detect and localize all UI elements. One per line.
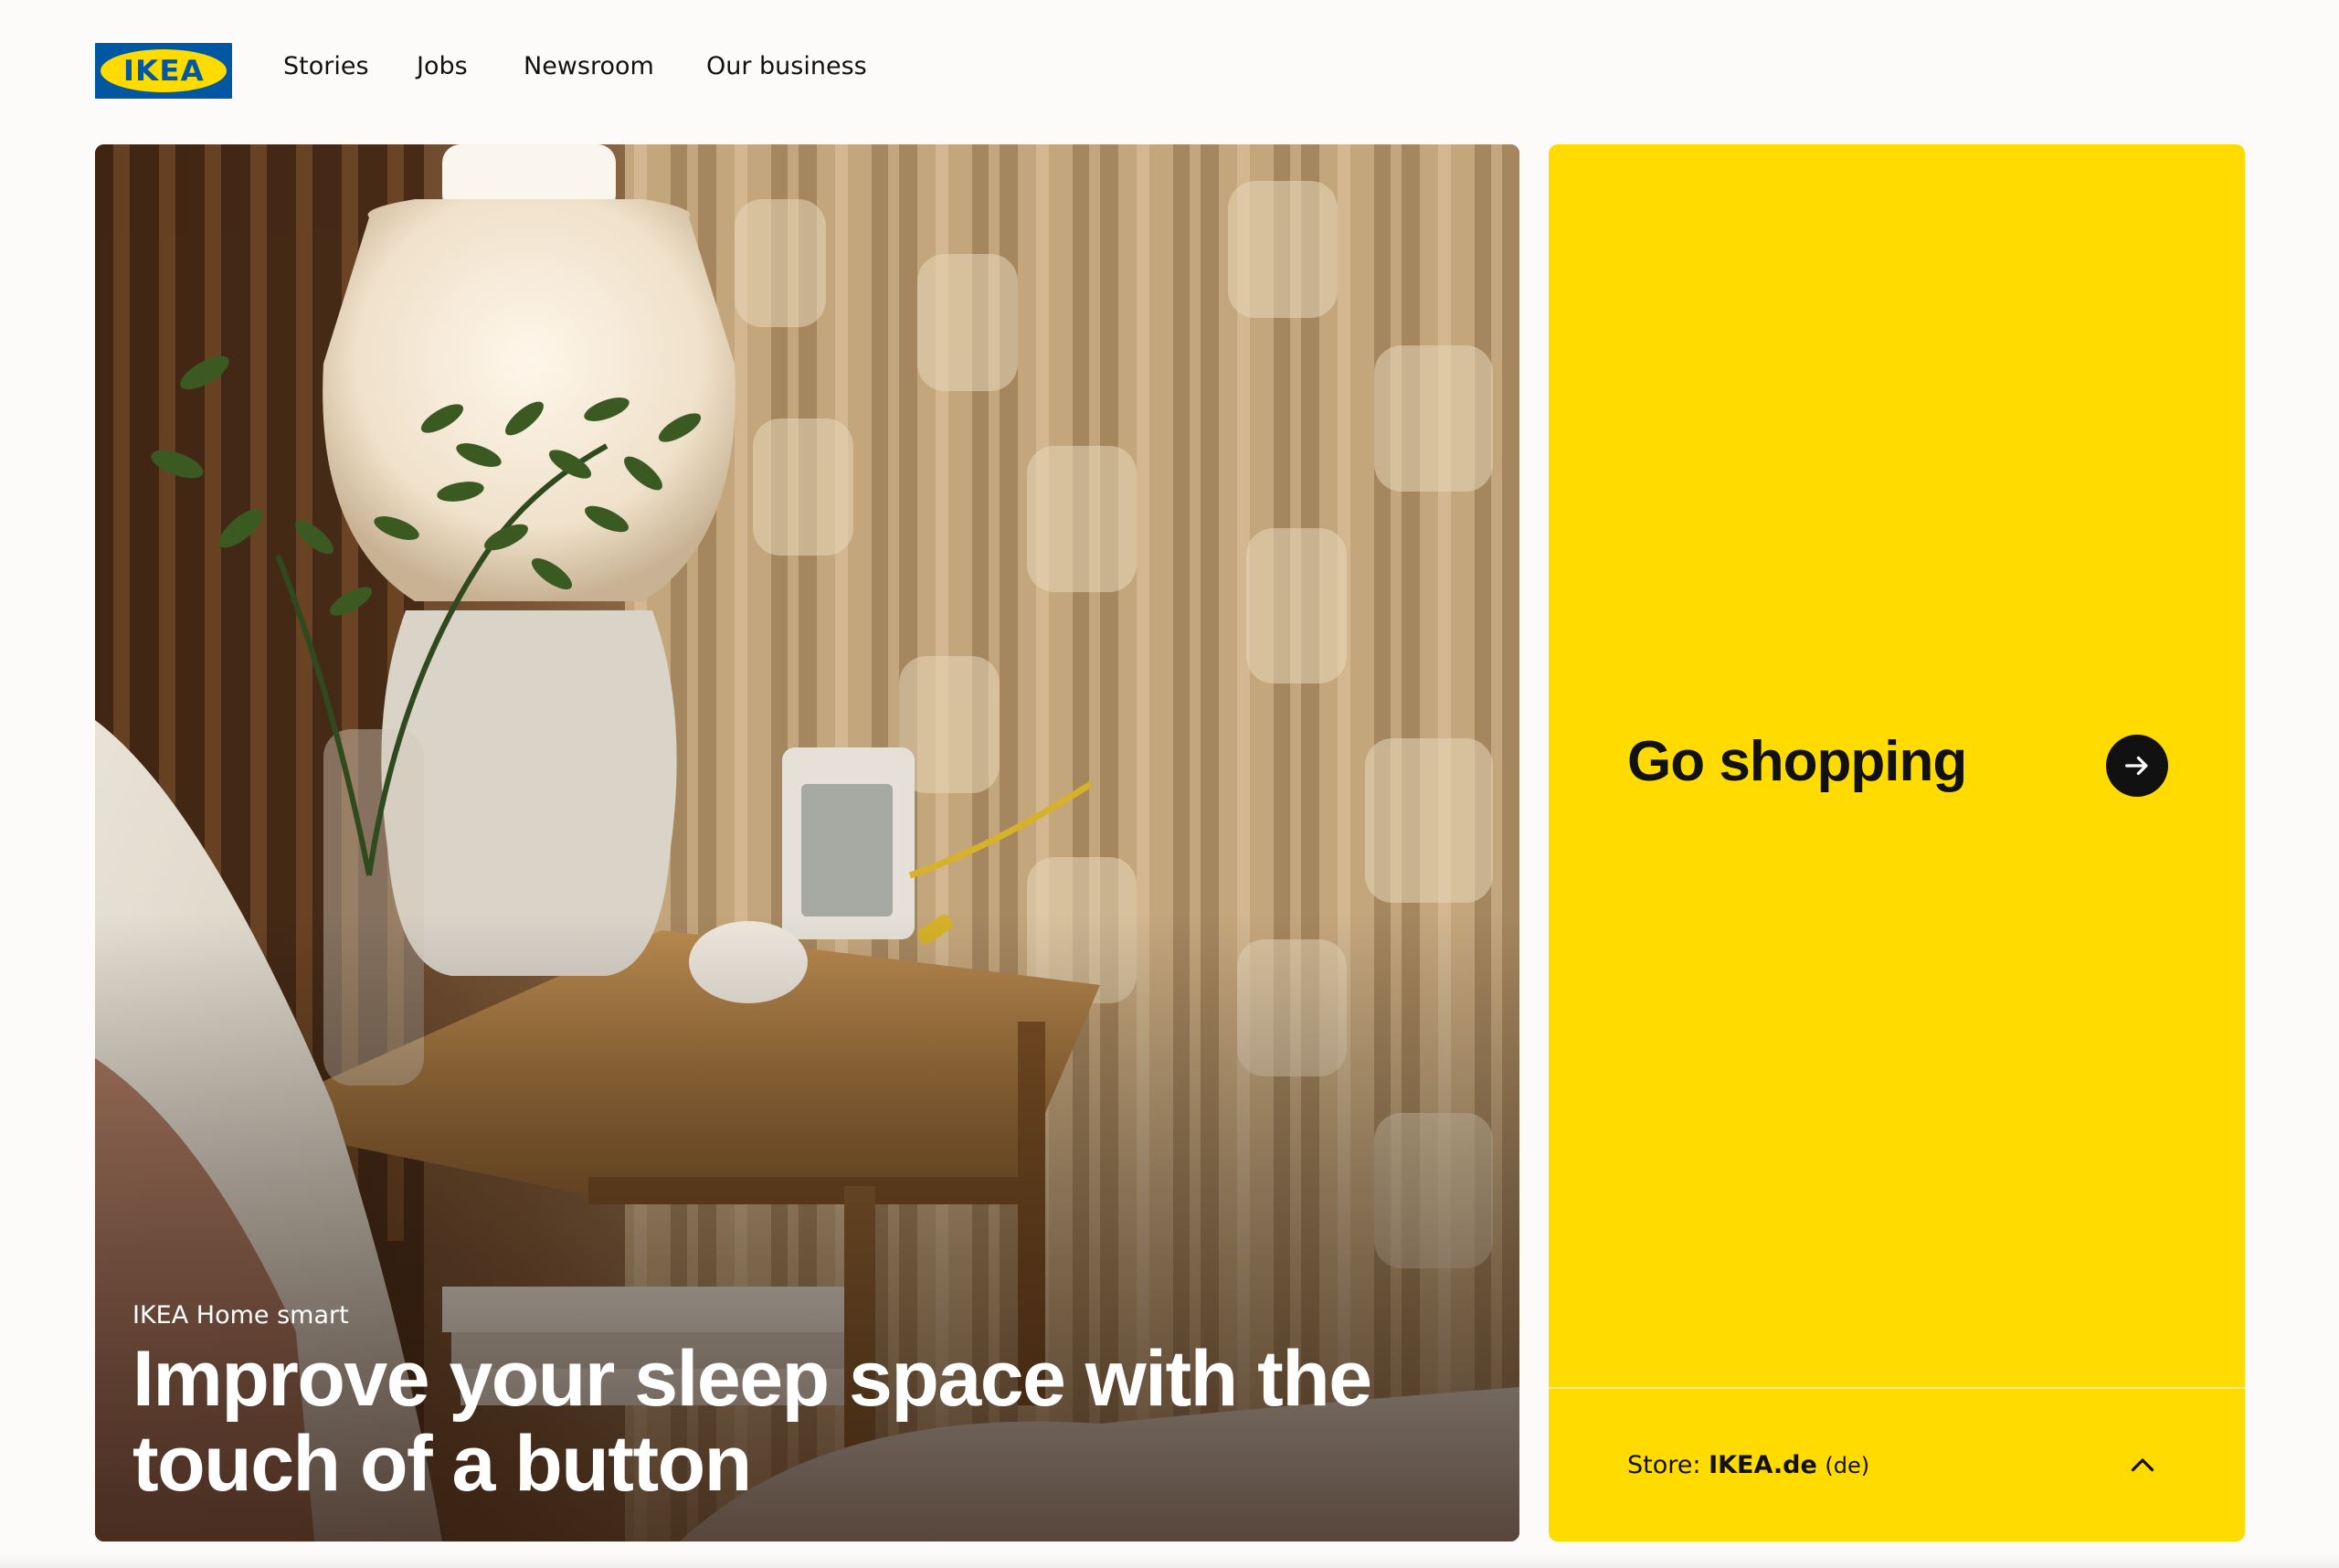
store-label: Store: IKEA.de (de)	[1627, 1451, 1869, 1479]
nav-item-jobs[interactable]: Jobs	[417, 52, 468, 80]
hero-card[interactable]: IKEA Home smart Improve your sleep space…	[95, 144, 1519, 1542]
nav-item-newsroom[interactable]: Newsroom	[524, 52, 654, 80]
logo-wordmark: IKEA	[122, 54, 205, 88]
store-name: IKEA.de	[1709, 1451, 1817, 1479]
store-language: (de)	[1825, 1453, 1870, 1478]
go-shopping-link[interactable]: Go shopping	[1549, 144, 2245, 1387]
site-header: IKEA Stories Jobs Newsroom Our business	[0, 0, 2339, 144]
hero-headline[interactable]: Improve your sleep space with the touch …	[132, 1337, 1412, 1507]
hero-text: IKEA Home smart Improve your sleep space…	[132, 1301, 1412, 1507]
hero-eyebrow: IKEA Home smart	[132, 1301, 349, 1330]
nav-item-stories[interactable]: Stories	[283, 52, 369, 80]
nav-item-our-business[interactable]: Our business	[706, 52, 867, 80]
chevron-up-icon[interactable]	[2126, 1449, 2159, 1482]
store-selector[interactable]: Store: IKEA.de (de)	[1549, 1389, 2245, 1542]
page-bottom-shadow	[0, 1553, 2339, 1568]
arrow-right-icon[interactable]	[2106, 735, 2168, 797]
logo-oval: IKEA	[101, 49, 227, 92]
store-prefix: Store:	[1627, 1451, 1701, 1479]
go-shopping-label: Go shopping	[1627, 730, 1967, 793]
shopping-panel: Go shopping Store: IKEA.de (de)	[1549, 144, 2245, 1542]
ikea-logo[interactable]: IKEA	[95, 43, 232, 99]
